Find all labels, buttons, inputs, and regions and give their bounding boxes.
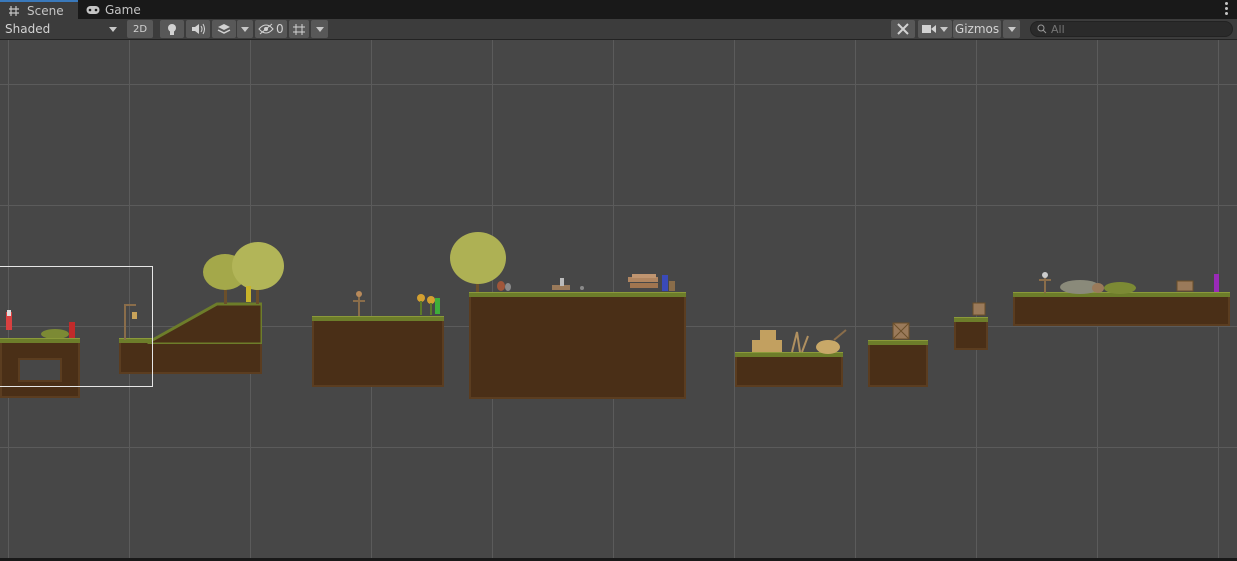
chevron-down-icon — [241, 26, 249, 32]
toggle-2d-label: 2D — [132, 23, 148, 35]
grid-snap-icon — [293, 23, 305, 35]
platform[interactable] — [1013, 292, 1230, 326]
chevron-down-icon — [1007, 26, 1016, 32]
tab-bar: Scene Game — [0, 0, 1237, 19]
platform[interactable] — [312, 316, 444, 387]
scarecrow-icon — [353, 291, 365, 316]
gizmos-label: Gizmos — [954, 22, 1000, 36]
pot-icon — [497, 281, 511, 291]
gizmos-button[interactable]: Gizmos — [953, 20, 1001, 38]
platform[interactable] — [868, 340, 928, 387]
camera-bounds — [0, 266, 153, 387]
effects-toggle-button[interactable] — [212, 20, 236, 38]
crate-icon — [892, 322, 910, 340]
chevron-down-icon — [315, 26, 324, 32]
grass-slope — [147, 302, 262, 344]
scene-toolbar: Shaded 2D 0 Gizmos — [0, 19, 1237, 40]
tab-game[interactable]: Game — [84, 0, 156, 19]
platform[interactable] — [469, 292, 686, 399]
camera-icon — [922, 25, 936, 33]
more-options-icon[interactable] — [1225, 2, 1229, 17]
shading-mode-value: Shaded — [5, 22, 51, 36]
lighting-toggle-button[interactable] — [160, 20, 184, 38]
tab-game-label: Game — [105, 2, 141, 17]
chevron-down-icon — [109, 27, 117, 32]
platform[interactable] — [735, 352, 843, 387]
tools-button[interactable] — [891, 20, 915, 38]
rock-pile-icon — [1060, 280, 1136, 294]
character-icon — [246, 286, 251, 302]
grid-icon — [8, 5, 22, 17]
layers-icon — [217, 24, 231, 34]
chest-icon — [1176, 280, 1194, 292]
hay-bales-icon — [752, 329, 847, 354]
campfire-icon — [552, 278, 584, 290]
scene-view[interactable] — [0, 40, 1237, 558]
audio-toggle-button[interactable] — [186, 20, 210, 38]
scene-search[interactable] — [1030, 21, 1233, 37]
scarecrow-icon — [1039, 272, 1051, 293]
sunflower-icon — [417, 294, 440, 315]
search-input[interactable] — [1051, 22, 1221, 36]
tab-scene-label: Scene — [27, 3, 64, 18]
effects-dropdown-button[interactable] — [237, 20, 253, 38]
log-pile-icon — [628, 274, 675, 291]
grid-snapping-button[interactable] — [289, 20, 309, 38]
camera-settings-button[interactable] — [918, 20, 952, 38]
tab-scene[interactable]: Scene — [0, 0, 78, 19]
search-icon — [1037, 24, 1047, 34]
chevron-down-icon — [940, 26, 948, 32]
toggle-2d-button[interactable]: 2D — [127, 20, 153, 38]
character-icon — [1214, 274, 1219, 292]
speaker-icon — [192, 23, 205, 35]
tools-icon — [897, 23, 909, 35]
gamepad-icon — [86, 4, 100, 16]
lightbulb-icon — [168, 23, 176, 35]
crate-icon — [972, 302, 986, 316]
shading-mode-dropdown[interactable]: Shaded — [1, 20, 121, 38]
hidden-objects-count: 0 — [276, 22, 284, 36]
grid-dropdown-button[interactable] — [311, 20, 328, 38]
scene-visibility-button[interactable]: 0 — [255, 20, 287, 38]
platform[interactable] — [954, 317, 988, 350]
eye-slash-icon — [258, 23, 274, 35]
gizmos-dropdown-button[interactable] — [1003, 20, 1020, 38]
